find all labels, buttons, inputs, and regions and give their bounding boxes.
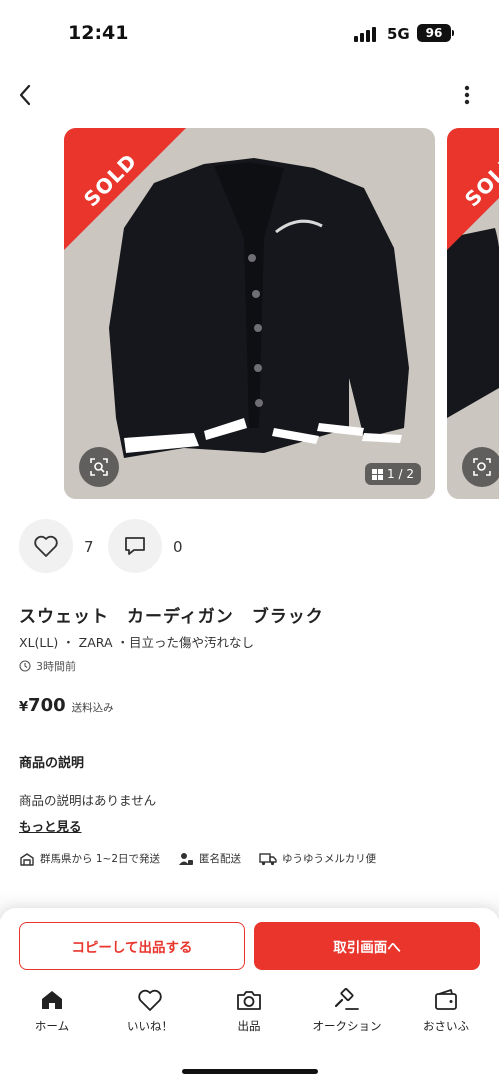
- home-indicator: [182, 1069, 318, 1074]
- back-button[interactable]: [10, 80, 40, 110]
- product-photo[interactable]: SOLD 1 / 2: [64, 128, 435, 499]
- zoom-scan-icon: [473, 458, 491, 476]
- more-vertical-icon: [464, 85, 470, 105]
- ship-from-text: 群馬県から 1~2日で発送: [40, 853, 160, 865]
- tab-auction[interactable]: オークション: [307, 988, 387, 1034]
- status-bar: 12:41 5G 96: [0, 0, 499, 60]
- next-product-photo[interactable]: SOLD: [447, 128, 499, 499]
- tab-wallet[interactable]: おさいふ: [406, 988, 486, 1034]
- wallet-icon: [435, 989, 457, 1010]
- grid-icon: [372, 468, 384, 480]
- tab-sell[interactable]: 出品: [209, 988, 289, 1034]
- price: ¥700: [19, 695, 66, 716]
- box-icon: [20, 852, 34, 866]
- posted-time: 3時間前: [19, 658, 76, 674]
- currency-symbol: ¥: [19, 700, 29, 715]
- photo-counter: 1 / 2: [365, 463, 421, 485]
- like-count: 7: [84, 538, 94, 556]
- shipping-method-text: ゆうゆうメルカリ便: [282, 853, 377, 865]
- tab-likes[interactable]: いいね！: [110, 988, 190, 1034]
- price-row: ¥700 送料込み: [19, 695, 114, 716]
- tab-auction-label: オークション: [312, 1019, 382, 1033]
- description-body: 商品の説明はありません: [19, 793, 157, 808]
- tab-bar: ホーム いいね！ 出品 オークション おさいふ: [0, 988, 499, 1048]
- zoom-button[interactable]: [79, 447, 119, 487]
- comment-button[interactable]: [108, 519, 162, 573]
- comment-icon: [125, 537, 145, 555]
- status-time: 12:41: [68, 22, 129, 44]
- sold-ribbon: [64, 128, 186, 250]
- clock-icon: [19, 660, 31, 672]
- tab-home-label: ホーム: [34, 1019, 70, 1033]
- anonymous-shipping: 匿名配送: [178, 851, 241, 866]
- ship-from: 群馬県から 1~2日で発送: [19, 851, 160, 866]
- home-icon: [42, 991, 62, 1009]
- posted-time-text: 3時間前: [36, 660, 76, 673]
- bottom-panel: コピーして出品する 取引画面へ ホーム いいね！ 出品 オークション おさいふ: [0, 908, 499, 1080]
- item-attributes: XL(LL) ・ ZARA ・目立った傷や汚れなし: [19, 635, 254, 650]
- trade-screen-button[interactable]: 取引画面へ: [254, 922, 480, 970]
- user-lock-icon: [179, 852, 193, 865]
- heart-icon: [138, 989, 162, 1011]
- copy-listing-button[interactable]: コピーして出品する: [19, 922, 245, 970]
- network-label: 5G: [387, 25, 410, 43]
- photo-gallery[interactable]: SOLD 1 / 2 SOLD: [0, 128, 499, 500]
- more-options-button[interactable]: [452, 80, 482, 110]
- tab-sell-label: 出品: [237, 1019, 261, 1033]
- heart-icon: [34, 535, 58, 557]
- gavel-icon: [334, 988, 359, 1010]
- camera-icon: [237, 991, 261, 1010]
- show-more-link[interactable]: もっと見る: [19, 816, 82, 835]
- signal-icon: [354, 26, 380, 42]
- item-title: スウェット カーディガン ブラック: [19, 607, 324, 627]
- anonymous-shipping-text: 匿名配送: [199, 853, 241, 865]
- comment-count: 0: [173, 538, 183, 556]
- zoom-scan-icon: [90, 458, 108, 476]
- tab-wallet-label: おさいふ: [423, 1019, 469, 1033]
- shipping-method: ゆうゆうメルカリ便: [259, 851, 376, 866]
- tab-likes-label: いいね！: [127, 1019, 173, 1033]
- truck-icon: [259, 852, 277, 865]
- battery-icon: 96: [417, 24, 451, 42]
- photo-counter-text: 1 / 2: [387, 467, 414, 481]
- like-button[interactable]: [19, 519, 73, 573]
- description-heading: 商品の説明: [19, 756, 85, 771]
- zoom-button-2[interactable]: [462, 447, 499, 487]
- battery-tip: [452, 30, 454, 36]
- shipping-included: 送料込み: [71, 702, 114, 714]
- chevron-left-icon: [19, 84, 31, 106]
- tab-home[interactable]: ホーム: [12, 988, 92, 1034]
- shipping-info: 群馬県から 1~2日で発送 匿名配送 ゆうゆうメルカリ便: [19, 851, 394, 866]
- price-value: 700: [28, 695, 66, 716]
